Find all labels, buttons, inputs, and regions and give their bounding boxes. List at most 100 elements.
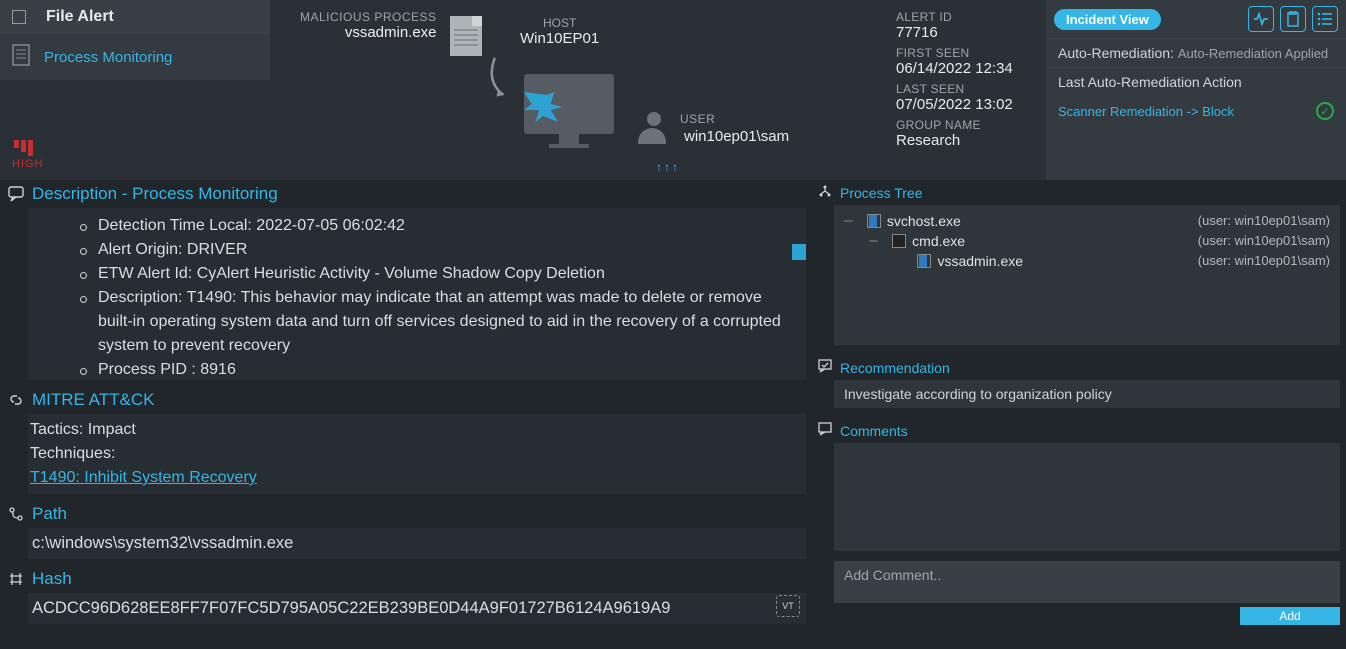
process-tree-heading: Process Tree — [840, 185, 922, 201]
group-name-value: Research — [896, 132, 1046, 150]
first-seen-value: 06/14/2022 12:34 — [896, 60, 1046, 78]
virustotal-badge[interactable]: VT — [776, 595, 800, 617]
add-comment-button[interactable]: Add — [1240, 607, 1340, 625]
description-item: ETW Alert Id: CyAlert Heuristic Activity… — [40, 262, 794, 286]
path-icon — [8, 506, 24, 522]
recommendation-header: Recommendation — [810, 355, 1346, 380]
user-value: win10ep01\sam — [684, 128, 789, 145]
hash-header: Hash — [0, 565, 810, 593]
header-right-panel: Incident View Auto-Remediation: Auto-Rem… — [1046, 0, 1346, 180]
host-block: HOST Win10EP01 — [520, 16, 599, 47]
header-center: MALICIOUS PROCESS vssadmin.exe HOST Win1… — [270, 0, 896, 180]
title-row: File Alert — [0, 0, 270, 34]
alert-id-value: 77716 — [896, 24, 1046, 42]
process-user: (user: win10ep01\sam) — [1186, 211, 1330, 231]
file-icon — [450, 16, 482, 56]
user-icon — [638, 112, 670, 144]
tree-connector — [844, 251, 911, 271]
description-item: Description: T1490: This behavior may in… — [40, 286, 794, 358]
host-monitor-icon — [524, 74, 614, 134]
description-header: Description - Process Monitoring — [0, 180, 810, 208]
body: Description - Process Monitoring Detecti… — [0, 180, 1346, 649]
process-name: vssadmin.exe — [937, 251, 1023, 271]
comments-icon — [818, 422, 832, 439]
description-panel[interactable]: Detection Time Local: 2022-07-05 06:02:4… — [28, 208, 806, 380]
severity-bars-icon — [12, 140, 270, 156]
document-icon — [12, 44, 30, 70]
process-name: cmd.exe — [912, 231, 965, 251]
description-item: Process PID : 8916 — [40, 358, 794, 380]
process-tree-panel: — svchost.exe (user: win10ep01\sam) — cmd… — [834, 205, 1340, 345]
last-action-link-row: Scanner Remediation -> Block ✓ — [1046, 96, 1346, 130]
subtitle-text: Process Monitoring — [44, 49, 172, 66]
recommendation-panel: Investigate according to organization po… — [834, 380, 1340, 408]
description-list: Detection Time Local: 2022-07-05 06:02:4… — [40, 214, 794, 380]
group-name-label: GROUP NAME — [896, 118, 1046, 132]
page-title: File Alert — [46, 8, 114, 26]
incident-view-button[interactable]: Incident View — [1054, 9, 1161, 30]
comments-heading: Comments — [840, 423, 908, 439]
path-heading: Path — [32, 504, 67, 524]
hash-icon — [8, 571, 24, 587]
comments-panel — [834, 443, 1340, 551]
process-tree-row[interactable]: vssadmin.exe(user: win10ep01\sam) — [844, 251, 1330, 271]
host-label: HOST — [520, 16, 599, 30]
recommendation-text: Investigate according to organization po… — [844, 386, 1112, 402]
recommendation-icon — [818, 359, 832, 376]
process-icon — [892, 234, 906, 248]
header-left: File Alert Process Monitoring HIGH — [0, 0, 270, 180]
last-seen-label: LAST SEEN — [896, 82, 1046, 96]
alert-header: File Alert Process Monitoring HIGH MALIC… — [0, 0, 1346, 180]
hash-heading: Hash — [32, 569, 72, 589]
alert-id-label: ALERT ID — [896, 10, 1046, 24]
subtitle-row[interactable]: Process Monitoring — [0, 34, 270, 80]
severity-label: HIGH — [12, 158, 44, 170]
right-column: Process Tree — svchost.exe (user: win10ep… — [810, 180, 1346, 649]
description-item: Alert Origin: DRIVER — [40, 238, 794, 262]
arrow-icon — [469, 51, 527, 111]
process-tree-row[interactable]: — svchost.exe (user: win10ep01\sam) — [844, 211, 1330, 231]
user-label: USER — [680, 112, 715, 126]
link-icon — [8, 392, 24, 408]
process-name: svchost.exe — [887, 211, 961, 231]
recommendation-heading: Recommendation — [840, 360, 950, 376]
host-value: Win10EP01 — [520, 30, 599, 47]
clipboard-icon[interactable] — [1280, 6, 1306, 32]
mitre-tactics: Tactics: Impact — [30, 418, 804, 442]
mitre-techniques-label: Techniques: — [30, 442, 804, 466]
last-action-row: Last Auto-Remediation Action — [1046, 67, 1346, 96]
activity-icon[interactable] — [1248, 6, 1274, 32]
tree-icon — [818, 184, 832, 201]
left-column: Description - Process Monitoring Detecti… — [0, 180, 810, 649]
process-tree-row[interactable]: — cmd.exe(user: win10ep01\sam) — [844, 231, 1330, 251]
tree-connector: — — [844, 211, 861, 231]
malicious-process-block: MALICIOUS PROCESS vssadmin.exe — [300, 10, 437, 41]
hash-value: ACDCC96D628EE8FF7F07FC5D795A05C22EB239BE… — [32, 599, 670, 617]
last-action-label: Last Auto-Remediation Action — [1058, 74, 1242, 90]
mitre-panel: Tactics: Impact Techniques: T1490: Inhib… — [28, 414, 806, 494]
process-icon — [917, 254, 931, 268]
description-item: Detection Time Local: 2022-07-05 06:02:4… — [40, 214, 794, 238]
first-seen-label: FIRST SEEN — [896, 46, 1046, 60]
description-heading: Description - Process Monitoring — [32, 184, 278, 204]
path-header: Path — [0, 500, 810, 528]
process-tree-header: Process Tree — [810, 180, 1346, 205]
comments-header: Comments — [810, 418, 1346, 443]
mitre-header: MITRE ATT&CK — [0, 386, 810, 414]
severity-indicator: HIGH — [0, 140, 270, 180]
process-icon — [867, 214, 881, 228]
comment-input[interactable]: Add Comment.. — [834, 561, 1340, 603]
auto-remediation-value: Auto-Remediation Applied — [1178, 46, 1328, 61]
header-right-toolbar: Incident View — [1046, 0, 1346, 38]
collapse-arrows-icon[interactable]: ↑↑↑ — [656, 160, 680, 174]
process-user: (user: win10ep01\sam) — [1186, 231, 1330, 251]
auto-remediation-label: Auto-Remediation: — [1058, 45, 1174, 61]
select-checkbox[interactable] — [12, 10, 26, 24]
last-action-link[interactable]: Scanner Remediation -> Block — [1058, 104, 1234, 119]
success-check-icon: ✓ — [1316, 102, 1334, 120]
list-icon[interactable] — [1312, 6, 1338, 32]
path-panel: c:\windows\system32\vssadmin.exe — [28, 528, 806, 559]
auto-remediation-row: Auto-Remediation: Auto-Remediation Appli… — [1046, 38, 1346, 67]
mitre-technique-link[interactable]: T1490: Inhibit System Recovery — [30, 469, 257, 486]
path-value: c:\windows\system32\vssadmin.exe — [32, 534, 293, 552]
